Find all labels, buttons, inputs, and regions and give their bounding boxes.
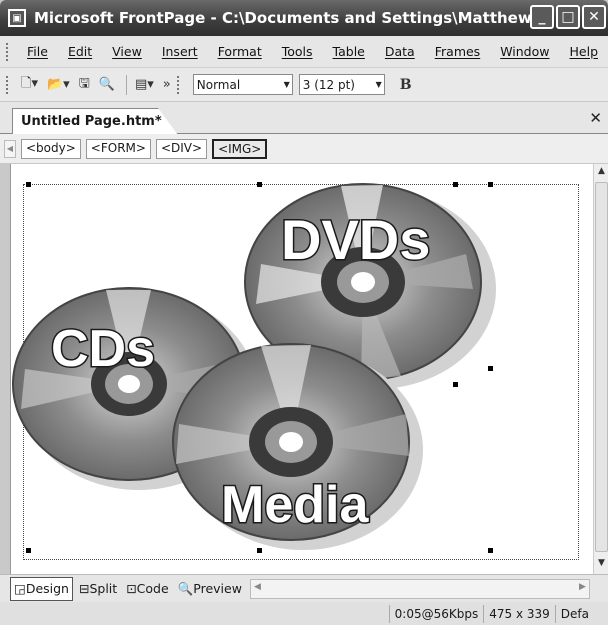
quick-tag-div[interactable]: <DIV> [155,138,208,159]
tab-code-label: Code [136,581,169,596]
tab-preview[interactable]: 🔍 Preview [175,577,245,601]
chevron-down-icon[interactable]: ▼ [284,80,290,89]
quick-tag-selector: ◀ <body> <FORM> <DIV> <IMG> [0,134,608,164]
minimize-button[interactable]: _ [530,5,554,29]
page-dimensions-status[interactable]: 475 x 339 [483,604,555,623]
menu-view[interactable]: View [102,44,152,59]
chevron-down-icon[interactable]: ▼ [376,80,382,89]
title-bar: ▣ Microsoft FrontPage - C:\Documents and… [0,0,608,36]
preview-icon: 🔍 [177,580,194,596]
vertical-scrollbar[interactable]: ▲ ▼ [593,164,608,574]
publish-icon[interactable]: ▤▾ [132,74,157,96]
status-bar: 0:05@56Kbps 475 x 339 Defa [0,602,608,625]
tab-code[interactable]: ⊡ Code [123,577,172,601]
open-folder-icon[interactable]: 📂▾ [44,74,73,96]
design-icon: ◲ [14,581,26,596]
horizontal-scrollbar[interactable]: ◀ ▶ [249,578,590,599]
window-title: Microsoft FrontPage - C:\Documents and S… [34,9,534,27]
design-view-canvas[interactable]: DVDs CDs Media [10,164,593,574]
tab-split-label: Split [89,581,118,596]
tab-design-label: Design [25,581,69,596]
quick-tag-body[interactable]: <body> [21,138,81,159]
tab-design[interactable]: ◲ Design [10,576,73,601]
style-value: Normal [196,77,241,92]
menu-help[interactable]: Help [560,44,608,59]
scroll-thumb[interactable] [595,182,608,552]
scroll-right-icon[interactable]: ▶ [579,582,586,592]
menu-data[interactable]: Data [375,44,425,59]
toolbar-separator [125,74,127,95]
quick-tag-form[interactable]: <FORM> [85,138,151,159]
frontpage-app-icon[interactable]: ▣ [8,9,26,27]
save-icon[interactable]: 🖫 [76,74,93,96]
toolbar-overflow-icon[interactable]: » [160,74,174,96]
style-dropdown[interactable]: Normal ▼ [192,74,293,95]
bold-button[interactable]: B [397,74,415,96]
font-size-dropdown[interactable]: 3 (12 pt) ▼ [298,74,385,95]
menu-format[interactable]: Format [208,44,272,59]
cds-dvds-media-clipart[interactable]: DVDs CDs Media [11,164,594,574]
search-icon[interactable]: 🔍 [96,74,118,96]
media-label: Media [221,476,369,534]
menu-window[interactable]: Window [490,44,559,59]
scroll-down-icon[interactable]: ▼ [595,558,608,572]
cds-label: CDs [51,320,155,378]
scroll-left-icon[interactable]: ◀ [254,582,261,592]
editing-mode-status: Defa [554,604,594,623]
tab-split[interactable]: ⊟ Split [76,577,120,601]
resize-grip-icon[interactable] [594,605,608,623]
toolbar-grip[interactable] [6,75,10,94]
menu-insert[interactable]: Insert [152,44,208,59]
new-page-icon[interactable]: 🗋▾ [18,74,41,96]
tab-untitled-page[interactable]: Untitled Page.htm* [12,108,178,135]
menu-table[interactable]: Table [323,44,375,59]
view-mode-bar: ◲ Design ⊟ Split ⊡ Code 🔍 Preview ◀ ▶ [0,574,608,602]
dvds-label: DVDs [281,208,430,271]
menu-frames[interactable]: Frames [425,44,490,59]
document-tab-strip: Untitled Page.htm* ✕ [0,102,608,135]
toolbar-grip[interactable] [176,75,181,94]
close-icon[interactable]: ✕ [589,109,602,127]
tab-preview-label: Preview [193,581,242,596]
scroll-left-icon[interactable]: ◀ [4,139,16,158]
download-time-status[interactable]: 0:05@56Kbps [388,604,484,623]
font-size-value: 3 (12 pt) [302,77,355,92]
toolbar-grip[interactable] [6,42,9,61]
split-icon: ⊟ [78,581,90,596]
restore-button[interactable]: □ [556,5,580,29]
close-button[interactable]: ✕ [582,5,606,29]
formatting-toolbar: 🗋▾ 📂▾ 🖫 🔍 ▤▾ » Normal ▼ 3 (12 pt) ▼ B [0,68,608,102]
quick-tag-img[interactable]: <IMG> [212,138,268,159]
menu-tools[interactable]: Tools [272,44,323,59]
scroll-up-icon[interactable]: ▲ [595,166,608,180]
code-icon: ⊡ [126,581,137,596]
menu-edit[interactable]: Edit [58,44,102,59]
menu-file[interactable]: File [17,44,58,59]
menu-bar: File Edit View Insert Format Tools Table… [0,36,608,68]
